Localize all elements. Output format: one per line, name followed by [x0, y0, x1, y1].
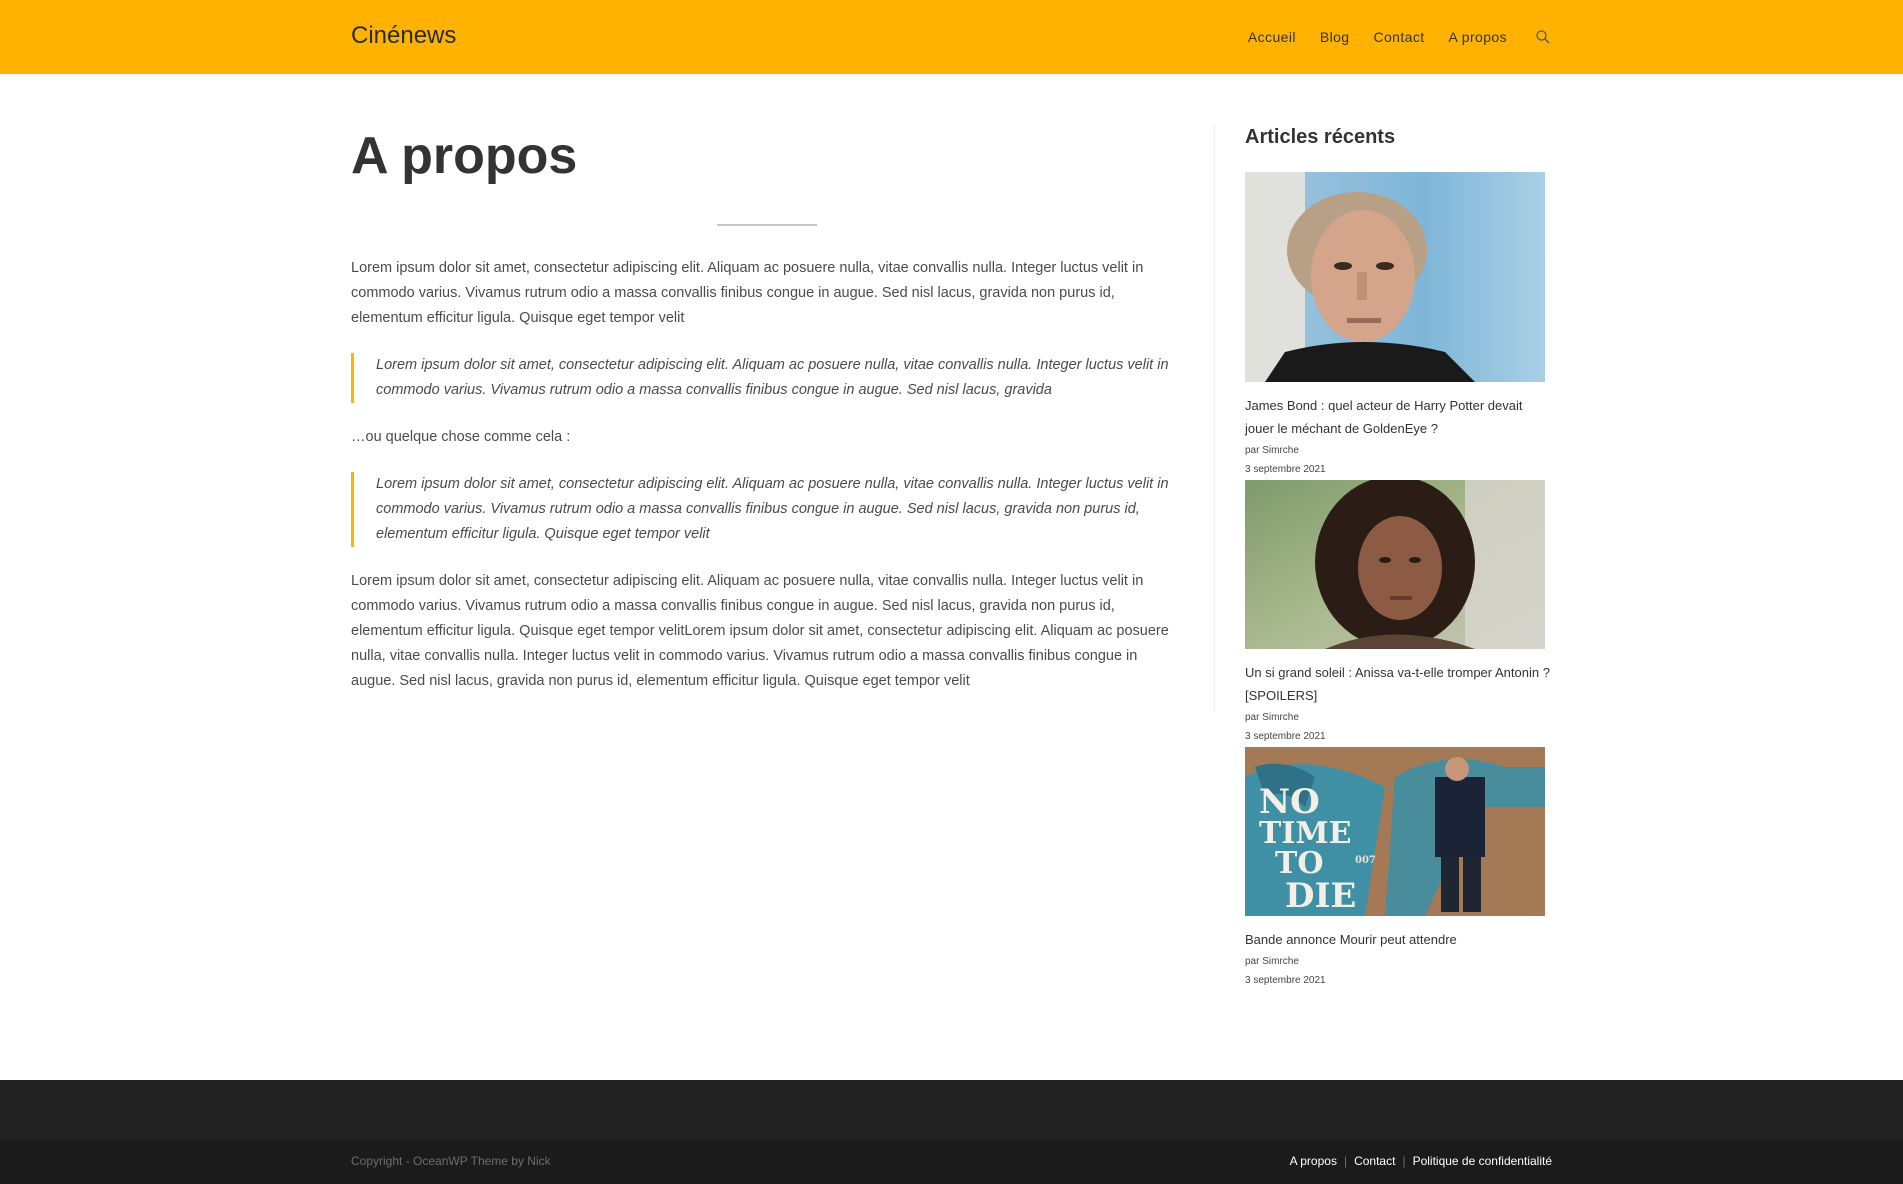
copyright: Copyright - OceanWP Theme by Nick: [351, 1154, 551, 1168]
movie-poster-image: NO TIME TO DIE 007: [1245, 747, 1545, 916]
post-date: 3 septembre 2021: [1245, 731, 1326, 742]
post-title[interactable]: Bande annonce Mourir peut attendre: [1245, 928, 1550, 951]
search-icon[interactable]: [1535, 29, 1551, 45]
portrait-image: [1245, 480, 1545, 649]
title-divider: [717, 224, 817, 226]
post-author: par Simrche: [1245, 956, 1299, 967]
site-header: Cinénews Accueil Blog Contact A propos: [0, 0, 1903, 74]
post-title[interactable]: Un si grand soleil : Anissa va-t-elle tr…: [1245, 661, 1550, 707]
post-thumbnail[interactable]: NO TIME TO DIE 007: [1245, 747, 1545, 916]
post-date: 3 septembre 2021: [1245, 975, 1326, 986]
page-title: A propos: [351, 127, 578, 185]
nav-item-blog[interactable]: Blog: [1320, 29, 1350, 45]
site-logo[interactable]: Cinénews: [351, 22, 456, 50]
post-title[interactable]: James Bond : quel acteur de Harry Potter…: [1245, 394, 1550, 440]
post-author: par Simrche: [1245, 445, 1299, 456]
paragraph: Lorem ipsum dolor sit amet, consectetur …: [351, 573, 1169, 689]
nav-item-contact[interactable]: Contact: [1373, 29, 1424, 45]
footer-bottom: Copyright - OceanWP Theme by Nick A prop…: [0, 1140, 1903, 1184]
footer-link-a-propos[interactable]: A propos: [1290, 1154, 1337, 1168]
blockquote: Lorem ipsum dolor sit amet, consectetur …: [351, 472, 1180, 547]
post-date: 3 septembre 2021: [1245, 464, 1326, 475]
paragraph: …ou quelque chose comme cela :: [351, 429, 571, 445]
footer-link-contact[interactable]: Contact: [1354, 1154, 1395, 1168]
header-inner: Cinénews Accueil Blog Contact A propos: [351, 0, 1551, 74]
post-thumbnail[interactable]: [1245, 480, 1545, 649]
entry-content: Lorem ipsum dolor sit amet, consectetur …: [351, 256, 1180, 716]
sidebar-separator: [1214, 124, 1215, 712]
nav-item-accueil[interactable]: Accueil: [1248, 29, 1296, 45]
nav-item-a-propos[interactable]: A propos: [1449, 29, 1507, 45]
footer-widgets: [0, 1080, 1903, 1140]
footer-link-privacy[interactable]: Politique de confidentialité: [1413, 1154, 1552, 1168]
svg-text:007: 007: [1355, 855, 1376, 866]
post-thumbnail[interactable]: [1245, 172, 1545, 382]
blockquote: Lorem ipsum dolor sit amet, consectetur …: [351, 353, 1180, 403]
main-nav: Accueil Blog Contact A propos: [1224, 0, 1551, 74]
post-author: par Simrche: [1245, 712, 1299, 723]
footer-menu: A propos | Contact | Politique de confid…: [1290, 1154, 1552, 1168]
widget-title: Articles récents: [1245, 126, 1396, 148]
paragraph: Lorem ipsum dolor sit amet, consectetur …: [351, 260, 1144, 326]
portrait-image: [1245, 172, 1545, 382]
footer-separator: |: [1402, 1154, 1406, 1168]
svg-text:DIE: DIE: [1285, 876, 1356, 916]
footer-separator: |: [1343, 1154, 1348, 1168]
